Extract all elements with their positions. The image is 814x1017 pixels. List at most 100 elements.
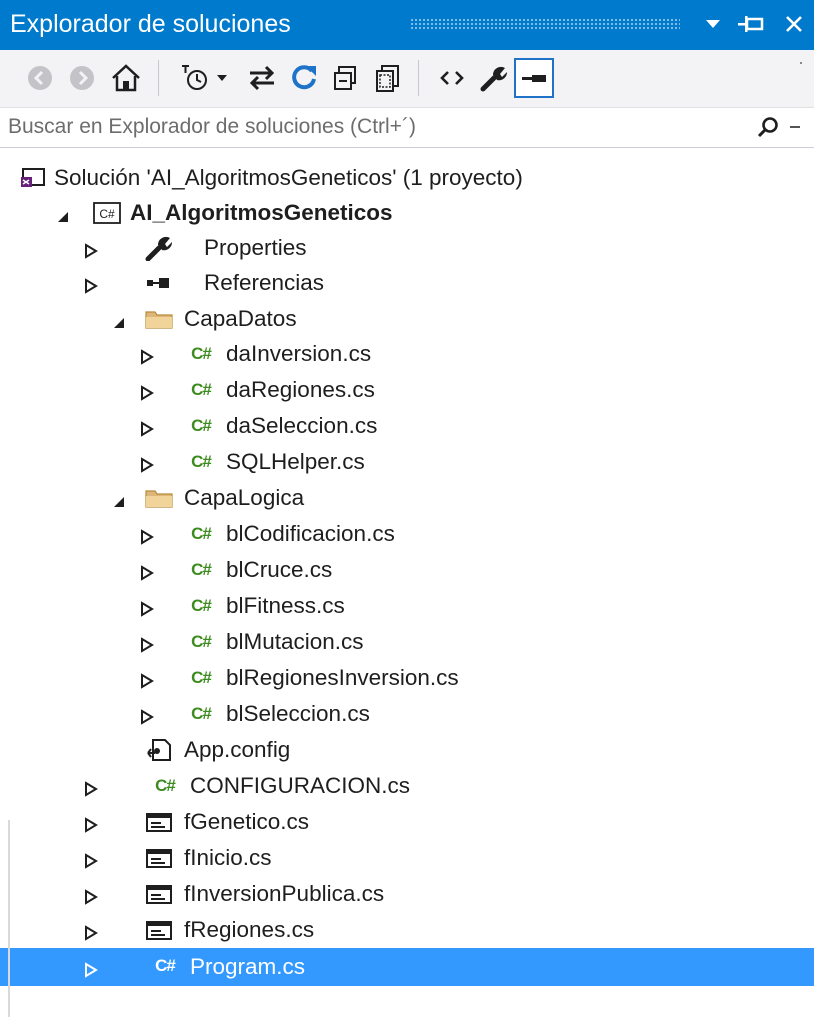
forward-icon[interactable] — [62, 58, 102, 98]
collapsed-arrow-icon[interactable] — [140, 561, 156, 581]
collapsed-arrow-icon[interactable] — [140, 345, 156, 365]
tree-node-form[interactable]: fInversionPublica.cs — [0, 876, 814, 912]
drag-grip[interactable] — [410, 18, 680, 29]
sync-icon[interactable] — [242, 58, 282, 98]
refresh-icon[interactable] — [284, 58, 324, 98]
collapsed-arrow-icon[interactable] — [140, 381, 156, 401]
csharp-file-icon: C# — [191, 380, 212, 399]
folder-icon — [144, 484, 174, 512]
collapsed-arrow-icon[interactable] — [84, 958, 100, 978]
tree-node-references[interactable]: Referencias — [0, 265, 814, 301]
collapsed-arrow-icon[interactable] — [140, 597, 156, 617]
preview-icon[interactable] — [514, 58, 554, 98]
file-label: blCodificacion.cs — [226, 521, 395, 546]
folder-label: CapaLogica — [184, 485, 305, 510]
tree-node-file[interactable]: C# blMutacion.cs — [0, 624, 814, 660]
collapsed-arrow-icon[interactable] — [140, 669, 156, 689]
expanded-arrow-icon[interactable] — [112, 310, 128, 328]
file-label: SQLHelper.cs — [226, 449, 365, 474]
collapsed-arrow-icon[interactable] — [84, 777, 100, 797]
collapsed-arrow-icon[interactable] — [84, 239, 100, 259]
csharp-file-icon: C# — [191, 704, 212, 723]
collapsed-arrow-icon[interactable] — [140, 525, 156, 545]
home-icon[interactable] — [106, 58, 146, 98]
pin-icon[interactable] — [734, 7, 768, 41]
show-all-files-icon[interactable] — [368, 58, 408, 98]
collapsed-arrow-icon[interactable] — [84, 921, 100, 941]
tree-node-form[interactable]: fInicio.cs — [0, 840, 814, 876]
collapsed-arrow-icon[interactable] — [84, 813, 100, 833]
file-label: daSeleccion.cs — [226, 413, 378, 438]
tree-node-program-selected[interactable]: C# Program.cs — [0, 948, 814, 986]
solution-explorer-window: Explorador de soluciones Buscar en Explo… — [0, 0, 814, 1017]
tree-node-properties[interactable]: Properties — [0, 230, 814, 266]
tree-node-folder-capadatos[interactable]: CapaDatos — [0, 301, 814, 337]
tree-node-solution[interactable]: Solución 'AI_AlgoritmosGeneticos' (1 pro… — [0, 160, 814, 196]
close-icon[interactable] — [778, 7, 810, 41]
wrench-icon — [144, 234, 174, 262]
tree-node-project[interactable]: C# AI_AlgoritmosGeneticos — [0, 195, 814, 231]
tree-node-form[interactable]: fGenetico.cs — [0, 804, 814, 840]
tree-node-app-config[interactable]: App.config — [0, 732, 814, 768]
file-label: daInversion.cs — [226, 341, 372, 366]
form-icon — [144, 844, 174, 872]
collapsed-arrow-icon[interactable] — [140, 417, 156, 437]
csharp-file-icon: C# — [191, 560, 212, 579]
tree-node-file[interactable]: C# blCodificacion.cs — [0, 516, 814, 552]
file-label: blRegionesInversion.cs — [226, 665, 459, 690]
file-label: fGenetico.cs — [184, 809, 310, 834]
tree-node-file[interactable]: C# SQLHelper.cs — [0, 444, 814, 480]
csharp-file-icon: C# — [155, 956, 176, 975]
folder-label: CapaDatos — [184, 306, 297, 331]
csharp-file-icon: C# — [191, 668, 212, 687]
collapsed-arrow-icon[interactable] — [84, 885, 100, 905]
tree-node-file[interactable]: C# daRegiones.cs — [0, 372, 814, 408]
collapse-all-icon[interactable] — [326, 58, 366, 98]
tree-node-file[interactable]: C# CONFIGURACION.cs — [0, 768, 814, 804]
tree-node-form[interactable]: fRegiones.cs — [0, 912, 814, 948]
collapsed-arrow-icon[interactable] — [84, 849, 100, 869]
file-label: CONFIGURACION.cs — [190, 773, 411, 798]
file-label: daRegiones.cs — [226, 377, 375, 402]
dropdown-icon[interactable] — [210, 58, 234, 98]
file-label: blFitness.cs — [226, 593, 345, 618]
file-label: blMutacion.cs — [226, 629, 364, 654]
file-label: fInicio.cs — [184, 845, 272, 870]
collapsed-arrow-icon[interactable] — [140, 705, 156, 725]
csharp-file-icon: C# — [191, 524, 212, 543]
expanded-arrow-icon[interactable] — [112, 489, 128, 507]
csharp-file-icon: C# — [191, 452, 212, 471]
tree-node-file[interactable]: C# blRegionesInversion.cs — [0, 660, 814, 696]
search-icon[interactable] — [756, 116, 780, 145]
tree-node-folder-capalogica[interactable]: CapaLogica — [0, 480, 814, 516]
tree-node-file[interactable]: C# blFitness.cs — [0, 588, 814, 624]
csharp-file-icon: C# — [155, 776, 176, 795]
toolbar — [0, 50, 814, 108]
references-icon — [144, 269, 174, 297]
expanded-arrow-icon[interactable] — [56, 204, 72, 222]
search-options-icon[interactable] — [790, 126, 800, 128]
tree-node-file[interactable]: C# daInversion.cs — [0, 336, 814, 372]
dropdown-icon[interactable] — [700, 7, 726, 41]
search-bar — [0, 108, 814, 148]
solution-label: Solución 'AI_AlgoritmosGeneticos' (1 pro… — [54, 165, 523, 190]
form-icon — [144, 916, 174, 944]
properties-icon[interactable] — [474, 58, 514, 98]
config-file-icon — [144, 736, 174, 764]
file-label: fInversionPublica.cs — [184, 881, 385, 906]
collapsed-arrow-icon[interactable] — [84, 274, 100, 294]
form-icon — [144, 880, 174, 908]
view-code-icon[interactable] — [432, 58, 472, 98]
csharp-project-icon: C# — [92, 199, 122, 227]
collapsed-arrow-icon[interactable] — [140, 453, 156, 473]
tree-node-file[interactable]: C# daSeleccion.cs — [0, 408, 814, 444]
title-bar[interactable]: Explorador de soluciones — [0, 0, 814, 50]
collapsed-arrow-icon[interactable] — [140, 633, 156, 653]
back-icon[interactable] — [20, 58, 60, 98]
csharp-file-icon: C# — [191, 632, 212, 651]
search-input[interactable] — [8, 111, 728, 143]
file-label: blSeleccion.cs — [226, 701, 370, 726]
tree-node-file[interactable]: C# blCruce.cs — [0, 552, 814, 588]
csharp-file-icon: C# — [191, 596, 212, 615]
tree-node-file[interactable]: C# blSeleccion.cs — [0, 696, 814, 732]
